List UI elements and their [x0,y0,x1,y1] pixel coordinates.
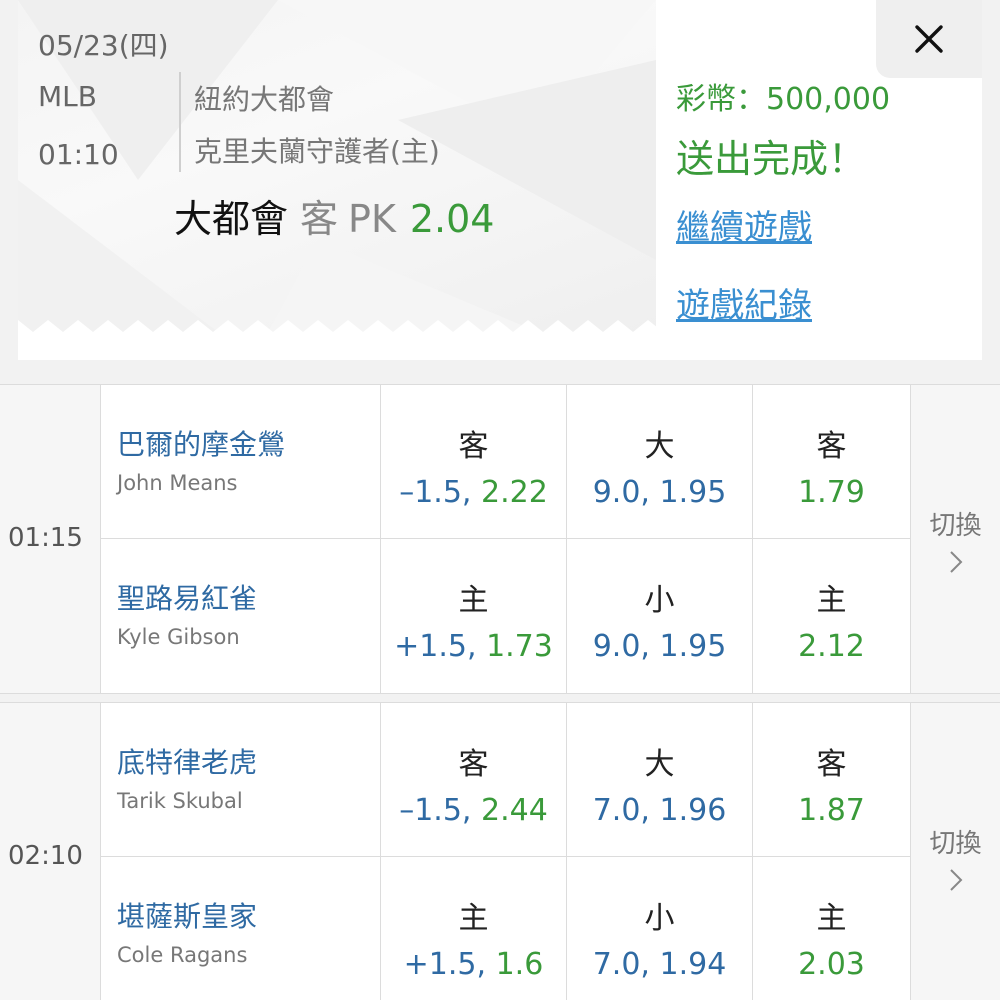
spread-odds: 1.6 [495,947,544,982]
moneyline-odds: 1.87 [798,793,865,828]
moneyline-head: 客 [816,747,847,782]
total-head: 大 [644,429,675,464]
total-head: 大 [644,747,675,782]
spread-odds-cell[interactable]: 主 +1.5, 1.6 [381,857,567,1000]
pitcher-name: John Means [117,471,238,495]
close-icon [915,25,943,53]
total-odds-cell[interactable]: 小 7.0, 1.94 [567,857,753,1000]
team-row: 底特律老虎 Tarik Skubal 客 –1.5, 2.44 大 7.0, 1… [101,703,910,857]
moneyline-odds: 1.79 [798,475,865,510]
ticket-result-panel: 彩幣：500,000 送出完成！ 繼續遊戲 遊戲紀錄 [656,0,982,360]
total-value: 9.0, 1.95 [592,475,727,510]
match-date: 05/23(四) [38,29,169,62]
total-odds-cell[interactable]: 小 9.0, 1.95 [567,539,753,693]
spread-odds-cell[interactable]: 客 –1.5, 2.44 [381,703,567,856]
team-info: 底特律老虎 Tarik Skubal [101,703,381,856]
total-odds-cell[interactable]: 大 7.0, 1.96 [567,703,753,856]
moneyline-odds-cell[interactable]: 客 1.79 [753,385,910,538]
team-row: 巴爾的摩金鶯 John Means 客 –1.5, 2.22 大 9.0, 1.… [101,385,910,539]
ticket-divider [179,72,181,172]
team-name: 巴爾的摩金鶯 [117,428,286,461]
ticket-details: 05/23(四) MLB 01:10 紐約大都會 克里夫蘭守護者(主) 大都會客… [18,0,656,332]
league-name: MLB [38,80,97,113]
total-head: 小 [644,901,675,936]
bet-pick: 大都會 [174,197,289,241]
game-time: 01:15 [8,523,83,553]
pitcher-name: Tarik Skubal [117,789,243,813]
coins-balance: 彩幣：500,000 [676,82,891,117]
spread-head: 主 [458,901,489,936]
match-time: 01:10 [38,138,119,171]
bet-ticket: 05/23(四) MLB 01:10 紐約大都會 克里夫蘭守護者(主) 大都會客… [18,0,982,360]
away-team-name: 紐約大都會 [194,83,335,116]
game-time-column: 01:15 [0,385,101,693]
total-value: 7.0, 1.94 [592,947,727,982]
spread-value: –1.5, 2.22 [399,475,548,510]
moneyline-odds: 2.03 [798,947,865,982]
team-name: 堪薩斯皇家 [117,900,258,933]
spread-value: +1.5, 1.73 [394,629,553,664]
total-head: 小 [644,583,675,618]
moneyline-head: 主 [816,901,847,936]
moneyline-head: 主 [816,583,847,618]
bet-odds: 2.04 [409,197,495,241]
team-row: 聖路易紅雀 Kyle Gibson 主 +1.5, 1.73 小 9.0, 1.… [101,539,910,693]
spread-value: –1.5, 2.44 [399,793,548,828]
team-row: 堪薩斯皇家 Cole Ragans 主 +1.5, 1.6 小 7.0, 1.9… [101,857,910,1000]
chevron-right-icon [949,550,962,573]
spread-odds: 2.44 [481,793,548,828]
spread-line: +1.5, [403,947,496,982]
team-info: 聖路易紅雀 Kyle Gibson [101,539,381,693]
spread-line: –1.5, [399,793,481,828]
game-card: 02:10 底特律老虎 Tarik Skubal 客 –1.5, 2.44 大 … [0,702,1000,1000]
spread-odds: 2.22 [481,475,548,510]
spread-odds-cell[interactable]: 主 +1.5, 1.73 [381,539,567,693]
pitcher-name: Cole Ragans [117,943,248,967]
close-button[interactable] [876,0,982,78]
continue-game-link[interactable]: 繼續遊戲 [676,200,812,249]
home-team-name: 克里夫蘭守護者(主) [194,135,440,168]
chevron-right-icon [949,868,962,891]
switch-button[interactable]: 切換 [910,385,1000,693]
moneyline-odds-cell[interactable]: 客 1.87 [753,703,910,856]
total-value: 9.0, 1.95 [592,629,727,664]
total-value: 7.0, 1.96 [592,793,727,828]
switch-button[interactable]: 切換 [910,703,1000,1000]
spread-odds-cell[interactable]: 客 –1.5, 2.22 [381,385,567,538]
game-history-link[interactable]: 遊戲紀錄 [676,278,812,327]
team-info: 巴爾的摩金鶯 John Means [101,385,381,538]
submit-status: 送出完成！ [676,137,867,181]
game-time: 02:10 [8,841,83,871]
spread-head: 客 [458,747,489,782]
team-name: 底特律老虎 [117,746,258,779]
moneyline-odds-cell[interactable]: 主 2.03 [753,857,910,1000]
bet-side: 客 [300,197,339,241]
bet-summary: 大都會客 PK 2.04 [174,188,494,243]
spread-line: –1.5, [399,475,481,510]
game-card: 01:15 巴爾的摩金鶯 John Means 客 –1.5, 2.22 大 9… [0,384,1000,694]
team-name: 聖路易紅雀 [117,582,258,615]
moneyline-odds: 2.12 [798,629,865,664]
moneyline-odds-cell[interactable]: 主 2.12 [753,539,910,693]
spread-head: 主 [458,583,489,618]
total-odds-cell[interactable]: 大 9.0, 1.95 [567,385,753,538]
spread-value: +1.5, 1.6 [404,947,544,982]
spread-odds: 1.73 [486,629,553,664]
team-info: 堪薩斯皇家 Cole Ragans [101,857,381,1000]
moneyline-head: 客 [816,429,847,464]
spread-head: 客 [458,429,489,464]
switch-label: 切換 [929,510,982,541]
game-time-column: 02:10 [0,703,101,1000]
pitcher-name: Kyle Gibson [117,625,240,649]
spread-line: +1.5, [394,629,487,664]
switch-label: 切換 [929,828,982,859]
bet-type: PK [348,197,396,241]
